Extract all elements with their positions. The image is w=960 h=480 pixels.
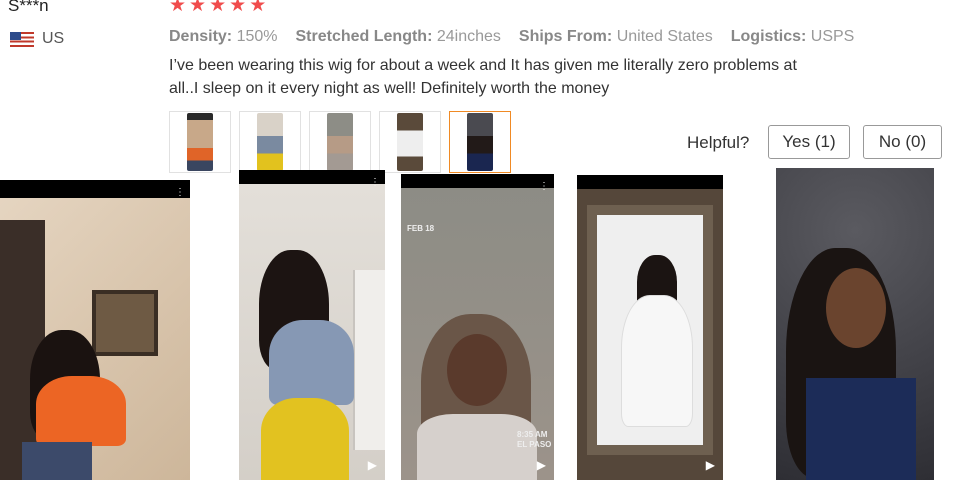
photo-thumbnail-1[interactable]	[169, 111, 231, 173]
more-options-icon[interactable]: ⋮	[175, 188, 185, 198]
face	[826, 268, 886, 348]
review-photo-5[interactable]	[776, 168, 934, 480]
navy-top	[806, 378, 916, 480]
jeans	[22, 442, 92, 480]
review-photo-4[interactable]: ▶	[577, 175, 723, 480]
photo-thumbnail-3[interactable]	[309, 111, 371, 173]
denim-jacket	[269, 320, 354, 405]
star-icon: ★	[189, 0, 207, 16]
attr-length: Stretched Length: 24inches	[295, 28, 501, 45]
photo-thumbnail-4[interactable]	[379, 111, 441, 173]
play-icon[interactable]: ▶	[706, 458, 715, 472]
yellow-pants	[261, 398, 349, 480]
star-icon: ★	[229, 0, 247, 16]
helpful-no-button[interactable]: No (0)	[863, 125, 942, 159]
face	[447, 334, 507, 406]
more-options-icon[interactable]: ⋮	[539, 182, 549, 192]
product-attributes: Density: 150% Stretched Length: 24inches…	[169, 28, 854, 46]
play-icon[interactable]: ▶	[537, 458, 546, 472]
review-photo-2[interactable]: ⋮ ▶	[239, 170, 385, 480]
reviewer-name: S***n	[8, 0, 49, 15]
attr-ships-from: Ships From: United States	[518, 28, 713, 45]
photo-thumbnail-2[interactable]	[239, 111, 301, 173]
wall-frame	[92, 290, 158, 356]
attr-density: Density: 150%	[169, 28, 278, 45]
more-options-icon[interactable]: ⋮	[370, 178, 380, 188]
photo-top-bar	[401, 174, 554, 188]
orange-top	[36, 376, 126, 446]
photo-thumbnail-5-selected[interactable]	[449, 111, 511, 173]
photo-top-bar	[577, 175, 723, 189]
star-icon: ★	[169, 0, 187, 16]
photo-top-bar	[0, 180, 190, 198]
us-flag-icon	[10, 31, 34, 47]
photo-top-bar	[239, 170, 385, 184]
white-jumpsuit	[621, 295, 693, 427]
review-body: I’ve been wearing this wig for about a w…	[169, 57, 797, 97]
reviewer-country: US	[10, 30, 64, 48]
star-icon: ★	[249, 0, 267, 16]
play-icon[interactable]: ▶	[368, 458, 377, 472]
door	[353, 270, 385, 450]
attr-logistics: Logistics: USPS	[730, 28, 855, 45]
photo-thumbnails	[169, 111, 511, 173]
helpful-yes-button[interactable]: Yes (1)	[768, 125, 850, 159]
date-stamp: FEB 18	[407, 224, 435, 233]
rating-stars: ★ ★ ★ ★ ★	[169, 0, 266, 15]
review-photo-3[interactable]: ⋮ FEB 18 8:35 AM EL PASO ▶	[401, 174, 554, 480]
helpful-label: Helpful?	[687, 133, 750, 152]
country-code: US	[42, 30, 65, 47]
star-icon: ★	[209, 0, 227, 16]
review-photo-1[interactable]: ⋮	[0, 180, 190, 480]
time-stamp: 8:35 AM	[517, 430, 548, 439]
place-stamp: EL PASO	[517, 440, 552, 449]
